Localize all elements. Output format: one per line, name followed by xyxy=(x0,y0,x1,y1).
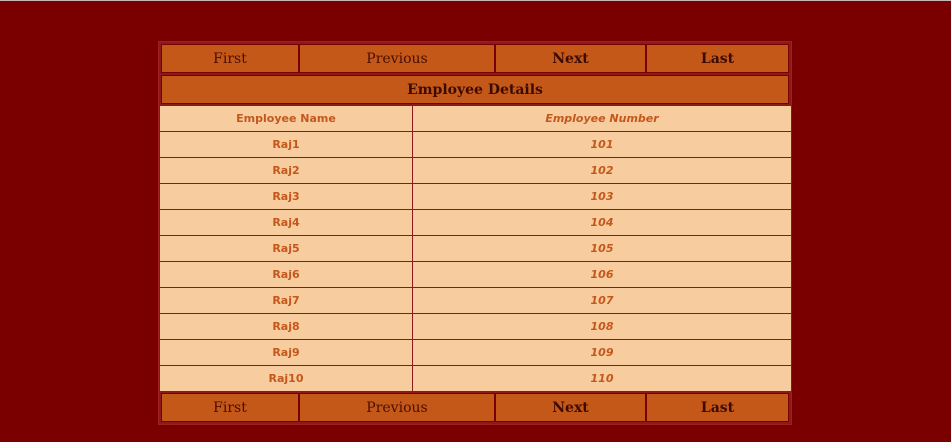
last-page-link-bottom[interactable]: Last xyxy=(646,393,789,422)
grid-title: Employee Details xyxy=(161,75,789,104)
employee-name-cell: Raj3 xyxy=(159,183,413,210)
table-header-row: Employee Name Employee Number xyxy=(159,105,792,132)
last-page-link-top[interactable]: Last xyxy=(646,44,789,73)
header-employee-number: Employee Number xyxy=(412,105,792,132)
pager-top: First Previous Next Last xyxy=(161,44,789,73)
pager-bottom: First Previous Next Last xyxy=(161,393,789,422)
first-page-link-bottom[interactable]: First xyxy=(161,393,299,422)
previous-page-link-top[interactable]: Previous xyxy=(299,44,495,73)
employee-number-cell: 104 xyxy=(412,209,792,236)
table-row: Raj4 104 xyxy=(159,209,792,236)
table-row: Raj5 105 xyxy=(159,235,792,262)
employee-number-cell: 105 xyxy=(412,235,792,262)
table-row: Raj2 102 xyxy=(159,157,792,184)
employee-name-cell: Raj5 xyxy=(159,235,413,262)
table-row: Raj3 103 xyxy=(159,183,792,210)
employee-name-cell: Raj6 xyxy=(159,261,413,288)
employee-name-cell: Raj9 xyxy=(159,339,413,366)
employee-name-cell: Raj7 xyxy=(159,287,413,314)
employee-grid-frame: First Previous Next Last Employee Detail… xyxy=(158,41,792,425)
first-page-link-top[interactable]: First xyxy=(161,44,299,73)
employee-name-cell: Raj2 xyxy=(159,157,413,184)
table-row: Raj9 109 xyxy=(159,339,792,366)
table-row: Raj7 107 xyxy=(159,287,792,314)
employee-number-cell: 109 xyxy=(412,339,792,366)
employee-number-cell: 108 xyxy=(412,313,792,340)
table-row: Raj10 110 xyxy=(159,365,792,392)
table-row: Raj6 106 xyxy=(159,261,792,288)
employee-number-cell: 103 xyxy=(412,183,792,210)
employee-number-cell: 106 xyxy=(412,261,792,288)
table-row: Raj8 108 xyxy=(159,313,792,340)
employee-number-cell: 101 xyxy=(412,131,792,158)
employee-number-cell: 110 xyxy=(412,365,792,392)
employee-number-cell: 102 xyxy=(412,157,792,184)
employee-name-cell: Raj10 xyxy=(159,365,413,392)
table-row: Raj1 101 xyxy=(159,131,792,158)
employee-number-cell: 107 xyxy=(412,287,792,314)
next-page-link-top[interactable]: Next xyxy=(495,44,646,73)
employee-name-cell: Raj4 xyxy=(159,209,413,236)
header-employee-name: Employee Name xyxy=(159,105,413,132)
employee-name-cell: Raj1 xyxy=(159,131,413,158)
next-page-link-bottom[interactable]: Next xyxy=(495,393,646,422)
previous-page-link-bottom[interactable]: Previous xyxy=(299,393,495,422)
employee-table: Employee Name Employee Number Raj1 101 R… xyxy=(159,105,792,392)
employee-name-cell: Raj8 xyxy=(159,313,413,340)
